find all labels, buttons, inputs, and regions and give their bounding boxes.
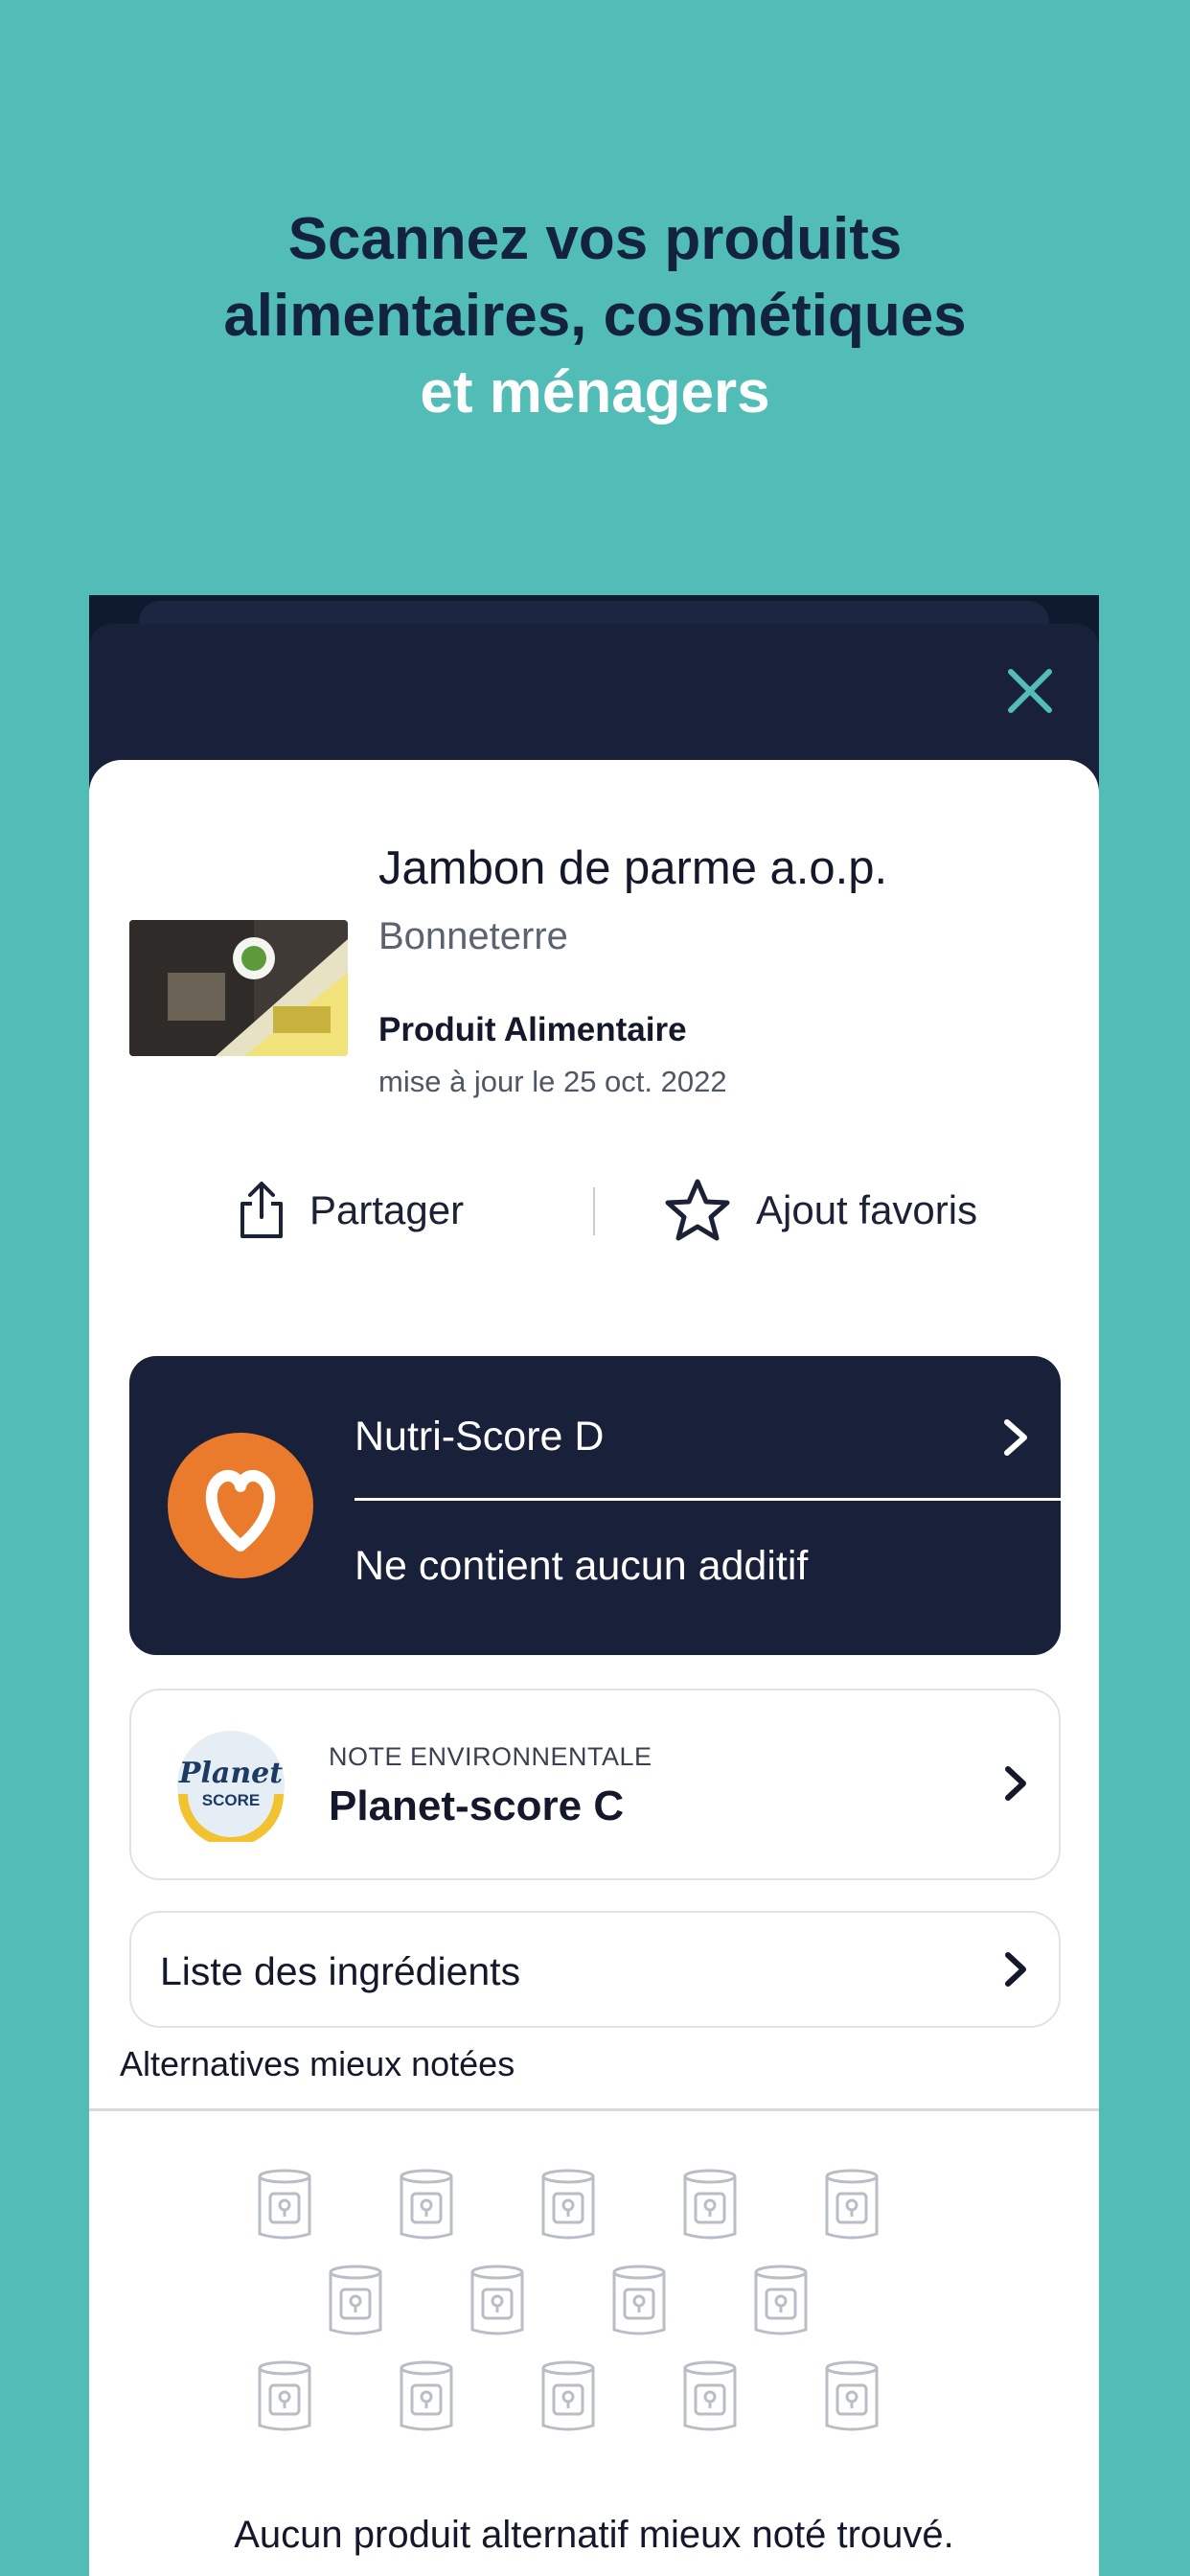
headline: Scannez vos produits alimentaires, cosmé… <box>0 201 1190 431</box>
product-image <box>129 920 348 1056</box>
can-icon <box>824 2360 880 2433</box>
nutri-separator <box>355 1498 1061 1501</box>
product-brand: Bonneterre <box>378 915 568 958</box>
additives-label: Ne contient aucun additif <box>355 1543 808 1590</box>
product-sheet: Jambon de parme a.o.p. Bonneterre Produi… <box>89 760 1099 2576</box>
planet-score-label: Planet-score C <box>329 1782 624 1830</box>
chevron-right-icon <box>1001 1949 1030 1990</box>
planet-score-card[interactable]: Planet SCORE NOTE ENVIRONNENTALE Planet-… <box>129 1689 1061 1880</box>
planet-score-overline: NOTE ENVIRONNENTALE <box>329 1742 652 1772</box>
alternatives-separator <box>89 2108 1099 2111</box>
can-icon <box>469 2265 525 2337</box>
can-icon <box>540 2169 596 2242</box>
star-icon <box>664 1178 731 1243</box>
planet-logo-word: SCORE <box>202 1791 260 1809</box>
can-icon <box>611 2265 667 2337</box>
share-button[interactable]: Partager <box>239 1172 464 1249</box>
headline-line-3: et ménagers <box>0 355 1190 431</box>
headline-line-2: alimentaires, cosmétiques <box>0 278 1190 355</box>
can-icon <box>328 2265 383 2337</box>
alternatives-title: Alternatives mieux notées <box>120 2044 515 2084</box>
product-updated-date: mise à jour le 25 oct. 2022 <box>378 1065 727 1099</box>
action-divider <box>593 1187 595 1235</box>
ingredients-list-button[interactable]: Liste des ingrédients <box>129 1911 1061 2028</box>
can-icon <box>257 2360 312 2433</box>
can-icon <box>399 2360 454 2433</box>
ingredients-label: Liste des ingrédients <box>160 1949 520 1994</box>
planet-score-logo: Planet SCORE <box>173 1727 288 1842</box>
no-alternative-message: Aucun produit alternatif mieux noté trou… <box>89 2514 1099 2557</box>
nutri-score-card[interactable]: Nutri-Score D Ne contient aucun additif <box>129 1356 1061 1655</box>
close-button[interactable] <box>1003 664 1057 718</box>
headline-line-1: Scannez vos produits <box>0 201 1190 278</box>
favorite-label: Ajout favoris <box>756 1187 977 1233</box>
planet-logo-word: Planet <box>178 1757 283 1790</box>
share-label: Partager <box>309 1187 464 1233</box>
product-name: Jambon de parme a.o.p. <box>378 841 887 895</box>
product-type: Produit Alimentaire <box>378 1011 687 1049</box>
can-icon <box>540 2360 596 2433</box>
phone-screen: Jambon de parme a.o.p. Bonneterre Produi… <box>89 595 1099 2576</box>
nutri-heart-logo <box>168 1433 313 1578</box>
can-icon <box>682 2360 738 2433</box>
can-icon <box>824 2169 880 2242</box>
can-icon <box>399 2169 454 2242</box>
can-icon <box>682 2169 738 2242</box>
share-icon <box>239 1181 285 1240</box>
chevron-right-icon <box>1001 1763 1030 1804</box>
can-icon <box>753 2265 809 2337</box>
can-icon <box>257 2169 312 2242</box>
nutri-score-label: Nutri-Score D <box>355 1414 604 1460</box>
empty-state-illustration <box>89 2169 1099 2475</box>
action-bar: Partager Ajout favoris <box>89 1172 1099 1249</box>
close-icon <box>1003 664 1057 718</box>
favorite-button[interactable]: Ajout favoris <box>664 1172 977 1249</box>
chevron-right-icon <box>999 1416 1032 1459</box>
